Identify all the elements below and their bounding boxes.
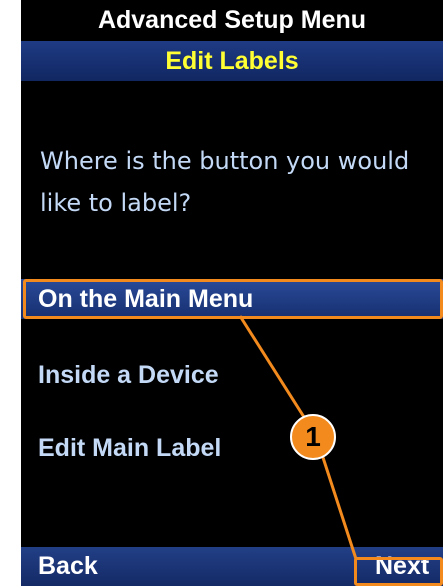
option-main-menu[interactable]: On the Main Menu bbox=[21, 279, 443, 319]
menu-title: Advanced Setup Menu bbox=[21, 0, 443, 40]
option-edit-main-label[interactable]: Edit Main Label bbox=[38, 428, 221, 468]
next-button[interactable]: Next bbox=[375, 547, 429, 586]
device-screen: Advanced Setup Menu Edit Labels Where is… bbox=[21, 0, 443, 586]
callout-number-badge: 1 bbox=[290, 414, 336, 460]
prompt-text: Where is the button you would like to la… bbox=[40, 147, 410, 217]
softkey-bar: Back Next bbox=[21, 547, 443, 586]
back-button[interactable]: Back bbox=[38, 547, 98, 586]
option-inside-device[interactable]: Inside a Device bbox=[38, 355, 219, 395]
page-subtitle: Edit Labels bbox=[21, 41, 443, 81]
